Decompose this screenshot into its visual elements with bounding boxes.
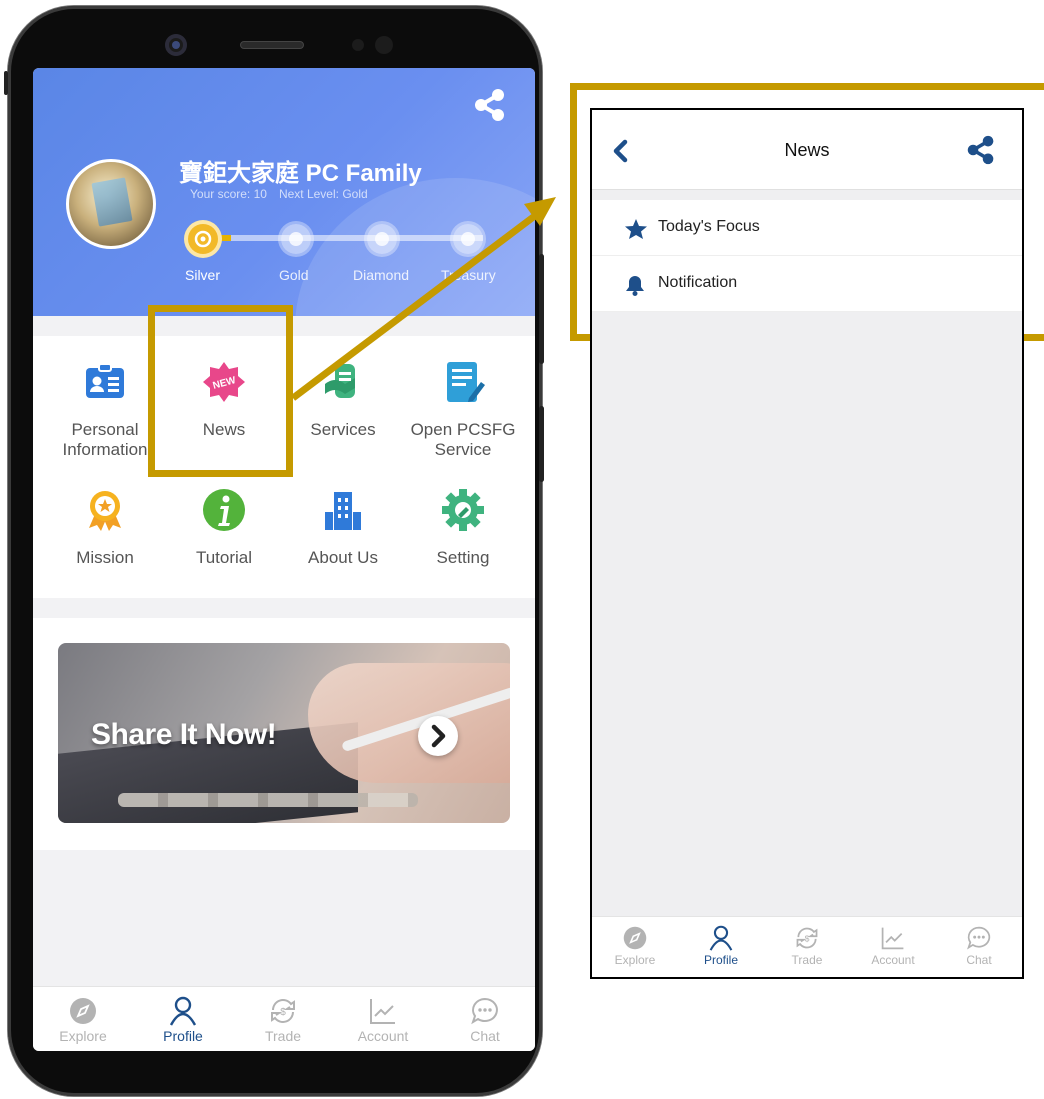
tab-label: Chat — [966, 953, 992, 967]
tab-label: Profile — [703, 953, 738, 967]
tab-explore[interactable]: Explore — [592, 917, 678, 977]
news-page-header: News — [592, 110, 1022, 190]
chart-icon — [881, 927, 904, 950]
person-icon — [709, 925, 733, 951]
page-title: News — [784, 140, 830, 160]
tab-account[interactable]: Account — [850, 917, 936, 977]
chat-icon — [967, 926, 991, 950]
news-list: Today's Focus Notification — [592, 200, 1022, 312]
news-page-bottom-nav: Explore Profile $ Trade Account Chat — [592, 916, 1022, 977]
compass-icon — [623, 926, 647, 950]
tab-label: Account — [871, 953, 915, 967]
share-icon[interactable] — [966, 135, 996, 170]
news-page: News Today's Focus Notification Explore — [590, 108, 1024, 979]
svg-text:$: $ — [805, 933, 810, 943]
bell-icon — [626, 276, 644, 296]
tab-trade[interactable]: $ Trade — [764, 917, 850, 977]
list-item-todays-focus[interactable]: Today's Focus — [592, 200, 1022, 256]
list-item-notification[interactable]: Notification — [592, 256, 1022, 312]
tab-chat[interactable]: Chat — [936, 917, 1022, 977]
list-item-label: Notification — [658, 274, 738, 291]
list-item-label: Today's Focus — [658, 218, 760, 235]
tab-label: Explore — [614, 953, 656, 967]
exchange-icon: $ — [796, 927, 818, 949]
tab-label: Trade — [791, 953, 823, 967]
tab-profile[interactable]: Profile — [678, 917, 764, 977]
stage: 寶鉅大家庭 PC Family Your score: 10 Next Level… — [0, 0, 1044, 1099]
star-icon — [625, 219, 647, 239]
